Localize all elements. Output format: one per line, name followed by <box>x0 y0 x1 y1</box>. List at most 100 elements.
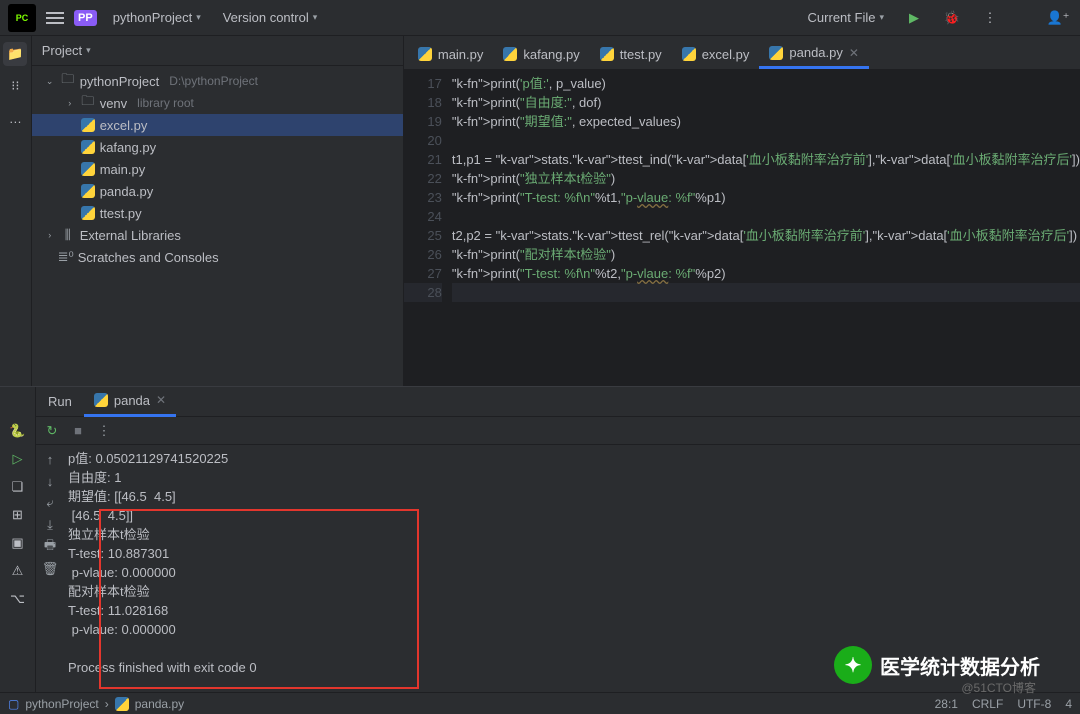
project-panel-header[interactable]: Project ▾ <box>32 36 403 66</box>
account-button[interactable]: 👤⁺ <box>1044 4 1072 32</box>
project-dropdown[interactable]: pythonProject ▾ <box>107 6 207 29</box>
run-label: Run <box>36 394 84 409</box>
project-tool-button[interactable]: 📁 <box>3 42 27 66</box>
line-separator[interactable]: CRLF <box>972 697 1003 711</box>
tree-label: External Libraries <box>80 228 181 243</box>
watermark-sub: @51CTO博客 <box>961 679 1036 696</box>
editor-tab[interactable]: kafang.py <box>493 39 589 69</box>
app-logo: PC <box>8 4 36 32</box>
scroll-down-button[interactable]: ↓ <box>40 471 60 491</box>
tree-file[interactable]: excel.py <box>32 114 403 136</box>
window-topbar: PC PP pythonProject ▾ Version control ▾ … <box>0 0 1080 36</box>
python-icon <box>80 118 96 132</box>
status-bar: ▢ pythonProject › panda.py 28:1 CRLF UTF… <box>0 692 1080 714</box>
tree-external-libs[interactable]: › ⫼ External Libraries <box>32 224 403 246</box>
module-icon: ▢ <box>8 697 19 711</box>
python-icon <box>80 140 96 154</box>
vcs-dropdown[interactable]: Version control ▾ <box>217 6 324 29</box>
tree-label: venv <box>100 96 127 111</box>
python-icon <box>769 46 783 60</box>
more-tools-button[interactable]: … <box>3 106 27 130</box>
panel-title: Project <box>42 43 82 58</box>
stop-button[interactable]: ■ <box>68 421 88 441</box>
tree-scratches[interactable]: ≣⁰ Scratches and Consoles <box>32 246 403 268</box>
folder-icon: 🗀 <box>80 92 96 114</box>
run-tool-button[interactable]: ▷ <box>6 447 30 471</box>
editor-tab[interactable]: ttest.py <box>590 39 672 69</box>
expand-icon[interactable]: › <box>44 230 56 240</box>
chevron-down-icon: ▾ <box>86 45 91 56</box>
editor-tab[interactable]: excel.py <box>672 39 760 69</box>
more-button[interactable]: ⋮ <box>94 421 114 441</box>
console-output[interactable]: p值: 0.05021129741520225自由度: 1期望值: [[46.5… <box>64 445 1080 692</box>
main-menu-button[interactable] <box>46 12 64 24</box>
python-icon <box>80 162 96 176</box>
tree-path: D:\pythonProject <box>169 74 258 88</box>
breadcrumb[interactable]: ▢ pythonProject › panda.py <box>8 697 184 711</box>
python-icon <box>418 47 432 61</box>
run-panel-main: Run panda ✕ ↻ ■ ⋮ ↑ ↓ ⤶ ⤓ 🖶 🗑 p值: 0.0502… <box>36 387 1080 692</box>
project-badge: PP <box>74 10 97 26</box>
close-icon[interactable]: ✕ <box>849 46 859 60</box>
file-encoding[interactable]: UTF-8 <box>1017 697 1051 711</box>
run-tabs: Run panda ✕ <box>36 387 1080 417</box>
editor-tab-active[interactable]: panda.py✕ <box>759 39 869 69</box>
python-icon <box>80 206 96 220</box>
python-icon <box>115 697 129 711</box>
tree-label: pythonProject <box>80 74 160 89</box>
tree-label: Scratches and Consoles <box>78 250 219 265</box>
tree-hint: library root <box>137 96 194 110</box>
tree-file[interactable]: main.py <box>32 158 403 180</box>
folder-icon: 🗀 <box>60 70 76 92</box>
run-config-dropdown[interactable]: Current File ▾ <box>802 6 890 29</box>
scroll-end-button[interactable]: ⤓ <box>40 515 60 535</box>
python-icon <box>80 184 96 198</box>
python-icon <box>600 47 614 61</box>
tree-label: panda.py <box>100 184 154 199</box>
vcs-button[interactable]: ⌥ <box>6 587 30 611</box>
tree-file[interactable]: ttest.py <box>32 202 403 224</box>
run-button[interactable]: ▶ <box>900 4 928 32</box>
tree-root[interactable]: ⌄ 🗀 pythonProject D:\pythonProject <box>32 70 403 92</box>
scratches-icon: ≣⁰ <box>58 249 74 265</box>
tree-file[interactable]: panda.py <box>32 180 403 202</box>
tree-file[interactable]: kafang.py <box>32 136 403 158</box>
python-icon <box>503 47 517 61</box>
rerun-button[interactable]: ↻ <box>42 421 62 441</box>
run-config-label: Current File <box>808 10 876 25</box>
print-button[interactable]: 🖶 <box>40 537 60 557</box>
run-tab[interactable]: panda ✕ <box>84 387 176 417</box>
scroll-up-button[interactable]: ↑ <box>40 449 60 469</box>
clear-button[interactable]: 🗑 <box>40 559 60 579</box>
debug-button[interactable]: 🐞 <box>938 4 966 32</box>
run-toolbar: ↻ ■ ⋮ <box>36 417 1080 445</box>
structure-tool-button[interactable]: ⁝⁝ <box>3 74 27 98</box>
problems-button[interactable]: ⚠ <box>6 559 30 583</box>
python-packages-button[interactable]: ⊞ <box>6 503 30 527</box>
run-tab-name: panda <box>114 393 150 408</box>
cursor-position[interactable]: 28:1 <box>935 697 958 711</box>
python-icon <box>94 393 108 407</box>
python-console-button[interactable]: 🐍 <box>6 419 30 443</box>
left-lower-rail: 🐍 ▷ ❏ ⊞ ▣ ⚠ ⌥ <box>0 387 36 692</box>
indent-size[interactable]: 4 <box>1065 697 1072 711</box>
console: ↑ ↓ ⤶ ⤓ 🖶 🗑 p值: 0.05021129741520225自由度: … <box>36 445 1080 692</box>
close-icon[interactable]: ✕ <box>156 393 166 407</box>
terminal-button[interactable]: ▣ <box>6 531 30 555</box>
chevron-right-icon: › <box>105 697 109 711</box>
editor-tab[interactable]: main.py <box>408 39 494 69</box>
vcs-label: Version control <box>223 10 309 25</box>
tree-label: excel.py <box>100 118 148 133</box>
run-tool-window: 🐍 ▷ ❏ ⊞ ▣ ⚠ ⌥ Run panda ✕ ↻ ■ ⋮ ↑ ↓ ⤶ ⤓ <box>0 386 1080 692</box>
collapse-icon[interactable]: ⌄ <box>44 76 56 87</box>
project-name: pythonProject <box>113 10 193 25</box>
services-button[interactable]: ❏ <box>6 475 30 499</box>
library-icon: ⫼ <box>60 227 76 243</box>
soft-wrap-button[interactable]: ⤶ <box>40 493 60 513</box>
editor-tabs: main.py kafang.py ttest.py excel.py pand… <box>404 36 1080 70</box>
python-icon <box>682 47 696 61</box>
console-actions: ↑ ↓ ⤶ ⤓ 🖶 🗑 <box>36 445 64 692</box>
expand-icon[interactable]: › <box>64 98 76 108</box>
tree-venv[interactable]: › 🗀 venv library root <box>32 92 403 114</box>
more-button[interactable]: ⋮ <box>976 4 1004 32</box>
